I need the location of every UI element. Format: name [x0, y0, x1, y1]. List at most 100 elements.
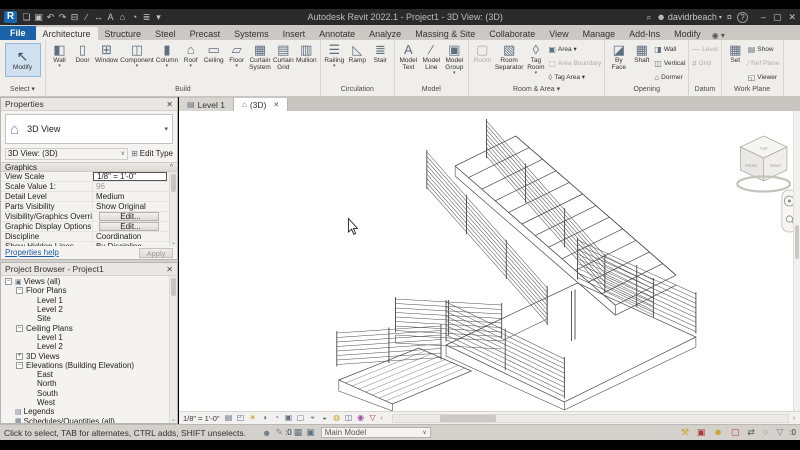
- tree-item-level-2[interactable]: Level 2: [1, 342, 169, 351]
- ribbon-button-level[interactable]: — Level: [692, 42, 718, 56]
- tree-expander-icon[interactable]: −: [16, 361, 23, 369]
- text-icon[interactable]: A: [105, 12, 116, 22]
- ribbon-button-by-face[interactable]: ◪ By Face: [607, 42, 630, 71]
- view-tab-3d[interactable]: ⌂ (3D) ✕: [233, 98, 289, 111]
- tree-item-east[interactable]: East: [1, 370, 169, 379]
- tree-item-legends[interactable]: ▤ Legends: [1, 407, 169, 416]
- print-icon[interactable]: ⊟: [69, 12, 80, 23]
- properties-help-link[interactable]: Properties help: [5, 248, 59, 257]
- restore-button[interactable]: ▢: [773, 12, 782, 23]
- borrowers-icon[interactable]: ☻: [713, 427, 722, 438]
- tree-item-level-2[interactable]: Level 2: [1, 305, 169, 314]
- tree-item-north[interactable]: North: [1, 379, 169, 388]
- type-selector[interactable]: ⌂ 3D View ▾: [5, 114, 173, 144]
- open-icon[interactable]: ❏: [21, 12, 32, 23]
- ribbon-button-tag-room[interactable]: ◊ Tag Room ▾: [524, 42, 547, 76]
- customize-qat-icon[interactable]: ▾: [153, 12, 164, 23]
- sync-icon[interactable]: ⇄: [747, 427, 755, 438]
- tree-item-elevations-building-elevation[interactable]: − Elevations (Building Elevation): [1, 361, 169, 370]
- property-value-graphic-display-options[interactable]: Edit...: [99, 222, 159, 231]
- hscroll-left-arrow[interactable]: ‹: [378, 415, 386, 422]
- ribbon-button-curtain-system[interactable]: ▦ Curtain System: [248, 42, 272, 71]
- ribbon-button-mullion[interactable]: ▥ Mullion: [295, 42, 318, 64]
- ribbon-button-tag-area[interactable]: ◊ Tag Area ▾: [548, 70, 601, 84]
- ribbon-tab-view[interactable]: View: [542, 27, 575, 40]
- tree-item-level-1[interactable]: Level 1: [1, 296, 169, 305]
- ribbon-tab-annotate[interactable]: Annotate: [312, 27, 362, 40]
- tree-expander-icon[interactable]: −: [16, 287, 23, 295]
- ribbon-button-room-separator[interactable]: ▧ Room Separator: [494, 42, 525, 71]
- worksharing-status-icon[interactable]: ☻: [262, 428, 271, 438]
- canvas-horizontal-scrollbar[interactable]: [391, 413, 789, 423]
- select-panel-label[interactable]: Select ▾: [0, 85, 45, 96]
- background-process-icon[interactable]: ○: [763, 427, 768, 438]
- ribbon-tab-architecture[interactable]: Architecture: [35, 27, 98, 40]
- properties-scrollbar[interactable]: ⌄: [169, 172, 177, 246]
- ribbon-button-ceiling[interactable]: ▭ Ceiling: [202, 42, 225, 64]
- ribbon-tab-systems[interactable]: Systems: [227, 27, 276, 40]
- ribbon-button-roof[interactable]: ⌂ Roof ▾: [179, 42, 202, 69]
- tree-item-west[interactable]: West: [1, 398, 169, 407]
- revit-logo[interactable]: R: [4, 11, 17, 23]
- render-icon[interactable]: ◔: [272, 413, 282, 423]
- detail-level-icon[interactable]: ▤: [224, 413, 234, 423]
- ribbon-button-model-text[interactable]: A Model Text: [397, 42, 420, 71]
- ribbon-button-shaft[interactable]: ▦ Shaft: [630, 42, 653, 64]
- temporary-view-properties-icon[interactable]: ◉: [356, 413, 366, 423]
- ribbon-button-railing[interactable]: ☰ Railing ▾: [323, 42, 346, 69]
- ribbon-button-component[interactable]: ◫ Component ▾: [119, 42, 155, 69]
- ribbon-button-viewer[interactable]: ◱ Viewer: [748, 70, 780, 84]
- ribbon-button-dormer[interactable]: ⌂ Dormer: [654, 70, 685, 84]
- apply-button[interactable]: Apply: [139, 247, 173, 258]
- design-options-icon[interactable]: ▣: [306, 427, 315, 438]
- project-browser-close-icon[interactable]: ✕: [166, 265, 173, 274]
- lock-view-icon[interactable]: ⌖: [308, 413, 318, 423]
- reveal-hidden-icon[interactable]: ◍: [332, 413, 342, 423]
- modify-tab-extra-icon[interactable]: ◉ ▾: [712, 28, 725, 40]
- links-icon[interactable]: ▣: [697, 427, 706, 438]
- hscroll-right-arrow[interactable]: ›: [790, 415, 798, 422]
- section-icon[interactable]: ◔: [129, 12, 140, 22]
- temporary-hide-isolate-icon[interactable]: ◒: [320, 413, 330, 423]
- ribbon-tab-file[interactable]: File: [0, 26, 36, 40]
- tree-expander-icon[interactable]: −: [16, 324, 23, 332]
- 3d-view-drawing[interactable]: TOP FRONT RIGHT: [179, 111, 793, 411]
- ribbon-button-model-line[interactable]: ∕ Model Line: [420, 42, 443, 71]
- graphics-section-header[interactable]: Graphics ^: [1, 162, 177, 172]
- crop-view-icon[interactable]: ▣: [284, 413, 294, 423]
- ribbon-tab-analyze[interactable]: Analyze: [362, 27, 408, 40]
- view-tab-level-1[interactable]: ▤ Level 1: [179, 98, 234, 111]
- ribbon-tab-modify[interactable]: Modify: [667, 27, 708, 40]
- ribbon-tab-steel[interactable]: Steel: [148, 27, 183, 40]
- thin-lines-icon[interactable]: ≣: [141, 12, 152, 23]
- ribbon-button-wall[interactable]: ◨ Wall: [654, 42, 685, 56]
- view-tab-close-icon[interactable]: ✕: [273, 101, 279, 109]
- ribbon-button-ramp[interactable]: ◺ Ramp: [346, 42, 369, 64]
- tree-item-views-all[interactable]: − ▣ Views (all): [1, 277, 169, 286]
- ribbon-button-wall[interactable]: ◧ Wall ▾: [48, 42, 71, 69]
- browser-scrollbar[interactable]: ⌄: [169, 276, 177, 423]
- help-icon[interactable]: ?: [736, 11, 748, 23]
- tree-expander-icon[interactable]: +: [16, 352, 23, 360]
- modify-button[interactable]: ↖ Modify: [4, 43, 41, 77]
- ribbon-button-ref-plane[interactable]: ∕ Ref Plane: [748, 56, 780, 70]
- property-value-discipline[interactable]: Coordination: [93, 232, 169, 241]
- worksharing-display-icon[interactable]: ◫: [344, 413, 354, 423]
- tree-item-level-1[interactable]: Level 1: [1, 333, 169, 342]
- ribbon-button-vertical[interactable]: ◫ Vertical: [654, 56, 685, 70]
- save-icon[interactable]: ▣: [33, 12, 44, 23]
- redo-icon[interactable]: ↷: [57, 12, 68, 23]
- workset-icon[interactable]: ▦: [294, 427, 303, 438]
- filter-icon[interactable]: ▽: [776, 427, 783, 438]
- edit-type-button[interactable]: ⊞ Edit Type: [131, 149, 173, 158]
- ribbon-tab-collaborate[interactable]: Collaborate: [482, 27, 542, 40]
- property-value-show-hidden-lines[interactable]: By Discipline: [93, 242, 169, 246]
- ribbon-button-area[interactable]: ▣ Area ▾: [548, 42, 601, 56]
- property-value-view-scale[interactable]: 1/8" = 1'-0": [93, 172, 167, 181]
- properties-close-icon[interactable]: ✕: [166, 100, 173, 109]
- active-design-option-select[interactable]: Main Model ∨: [320, 427, 431, 438]
- search-icon[interactable]: ⌕: [646, 12, 651, 23]
- aligned-dimension-icon[interactable]: ↔: [93, 12, 104, 22]
- ribbon-button-floor[interactable]: ▱ Floor ▾: [225, 42, 248, 69]
- show-crop-icon[interactable]: ▢: [296, 413, 306, 423]
